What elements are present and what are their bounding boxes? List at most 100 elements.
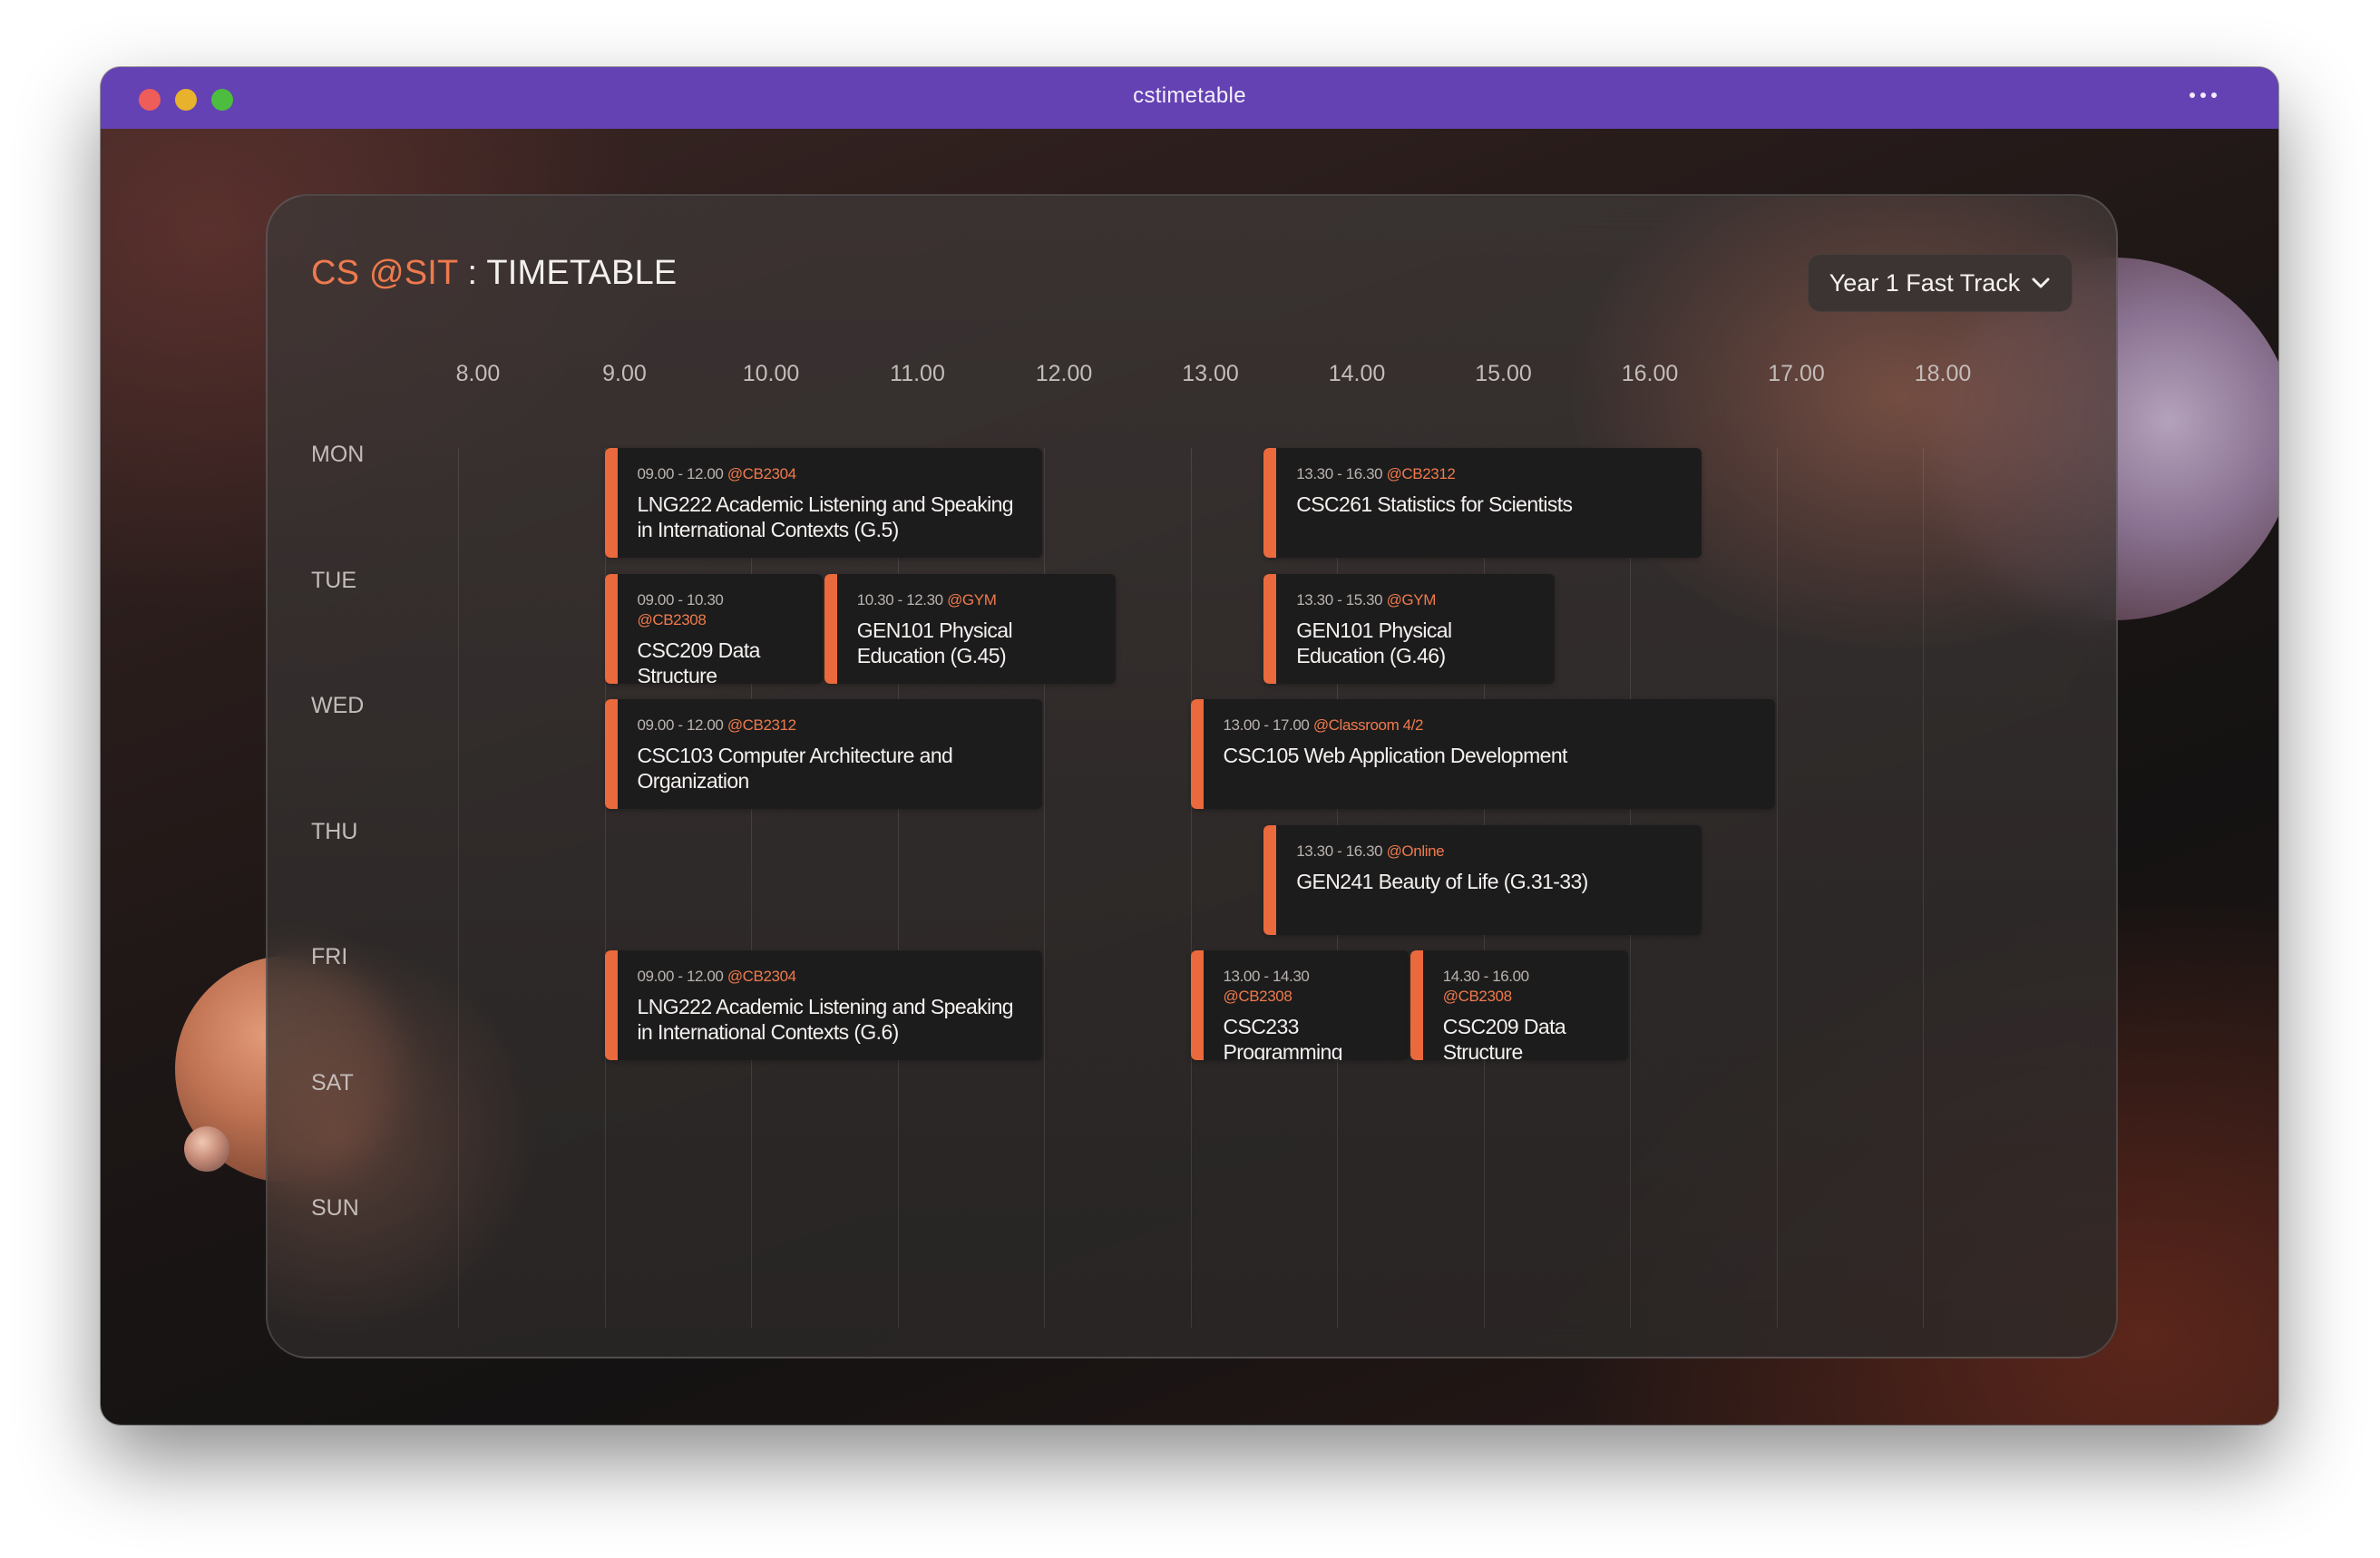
class-event[interactable]: 09.00 - 12.00 @CB2304 LNG222 Academic Lis… [604,448,1042,558]
event-time-room: 13.30 - 16.30 @Online [1296,842,1692,862]
hour-label: 17.00 [1768,361,1825,386]
hour-label: 18.00 [1914,361,1972,386]
hour-label: 13.00 [1182,361,1239,386]
event-accent-bar [1409,950,1423,1060]
class-event[interactable]: 13.00 - 14.30 @CB2308 CSC233 Programming [1190,950,1409,1060]
app-window: cstimetable CS @SIT : TIMETABLE Year 1 F… [101,67,2278,1425]
event-time: 13.30 - 16.30 [1296,465,1383,482]
hour-label: 16.00 [1621,361,1679,386]
event-time: 09.00 - 12.00 [637,465,724,482]
day-label-thu: THU [311,818,358,844]
window-title: cstimetable [1133,83,1246,108]
grid-line [1190,448,1192,1328]
event-room: @CB2308 [1442,988,1512,1005]
event-time: 13.00 - 14.30 [1223,968,1310,985]
title-bar: cstimetable [101,67,2278,129]
event-room: @GYM [1386,590,1437,609]
event-time-room: 14.30 - 16.00 @CB2308 [1443,967,1619,1007]
hour-label: 9.00 [602,361,647,386]
event-time: 09.00 - 12.00 [637,716,724,734]
class-event[interactable]: 13.30 - 16.30 @Online GEN241 Beauty of Li… [1263,824,1702,935]
event-room: @CB2308 [637,610,707,628]
event-name: GEN101 Physical Education (G.45) [856,618,1013,667]
event-accent-bar [1263,448,1277,558]
event-name: CSC105 Web Application Development [1223,744,1568,767]
event-accent-bar [824,573,837,684]
grid-line [458,448,459,1328]
event-time-room: 09.00 - 12.00 @CB2304 [638,967,1034,987]
event-time-room: 09.00 - 12.00 @CB2304 [638,464,1034,484]
event-name: CSC209 Data Structure [637,638,761,684]
event-room: @Classroom 4/2 [1312,716,1424,734]
class-event[interactable]: 09.00 - 10.30 @CB2308 CSC209 Data Structur… [604,573,823,684]
event-room: @CB2312 [727,716,796,734]
event-name: CSC261 Statistics for Scientists [1296,492,1573,516]
class-event[interactable]: 13.00 - 17.00 @Classroom 4/2 CSC105 Web A… [1190,699,1775,809]
event-accent-bar [1263,573,1277,684]
event-time-room: 10.30 - 12.30 @GYM [857,590,1107,610]
event-room: @CB2304 [727,968,796,985]
track-select[interactable]: Year 1 Fast Track [1808,254,2073,312]
event-time-room: 13.00 - 17.00 @Classroom 4/2 [1224,716,1766,735]
hour-label: 8.00 [455,361,501,386]
event-accent-bar [604,448,618,558]
event-time: 09.00 - 12.00 [637,968,724,985]
page-title: CS @SIT : TIMETABLE [311,254,677,293]
timetable-panel: CS @SIT : TIMETABLE Year 1 Fast Track 8.… [266,194,2118,1358]
day-label-fri: FRI [311,944,348,969]
decorative-orb-small [184,1126,229,1172]
title-separator: : [457,254,487,292]
day-label-tue: TUE [311,567,356,593]
more-horizontal-icon[interactable] [2190,93,2217,100]
day-label-wed: WED [311,693,365,718]
grid-line [1923,448,1924,1328]
grid-line [1776,448,1778,1328]
class-event[interactable]: 09.00 - 12.00 @CB2312 CSC103 Computer Arc… [604,699,1042,809]
hour-label: 11.00 [890,361,945,386]
class-event[interactable]: 13.30 - 16.30 @CB2312 CSC261 Statistics f… [1263,448,1702,558]
event-time: 13.30 - 16.30 [1296,842,1383,860]
hour-label: 12.00 [1035,361,1093,386]
class-event[interactable]: 14.30 - 16.00 @CB2308 CSC209 Data Structur… [1409,950,1628,1060]
panel-glow [268,940,540,1339]
event-time-room: 09.00 - 10.30 @CB2308 [638,590,814,630]
event-time-room: 13.30 - 16.30 @CB2312 [1296,464,1692,484]
class-event[interactable]: 10.30 - 12.30 @GYM GEN101 Physical Educat… [824,573,1116,684]
event-room: @CB2308 [1223,988,1292,1005]
brand-label: CS @SIT [311,254,458,292]
event-name: GEN101 Physical Education (G.46) [1296,618,1452,667]
event-name: CSC209 Data Structure [1442,1015,1566,1060]
event-time-room: 09.00 - 12.00 @CB2312 [638,716,1034,735]
event-accent-bar [1263,824,1277,935]
event-time: 10.30 - 12.30 [856,590,943,609]
event-room: @Online [1386,842,1445,860]
event-name: CSC233 Programming [1223,1015,1343,1060]
event-name: CSC103 Computer Architecture and Organiz… [637,744,953,793]
event-room: @CB2304 [727,465,796,482]
event-room: @GYM [947,590,997,609]
event-time-room: 13.30 - 15.30 @GYM [1296,590,1546,610]
event-room: @CB2312 [1386,465,1456,482]
track-select-value: Year 1 Fast Track [1829,268,2021,297]
event-accent-bar [604,950,618,1060]
event-name: GEN241 Beauty of Life (G.31-33) [1296,869,1588,893]
event-time: 13.30 - 15.30 [1296,590,1383,609]
event-name: LNG222 Academic Listening and Speaking i… [637,492,1014,541]
day-label-mon: MON [311,442,365,467]
chevron-down-icon [2032,278,2050,288]
event-time: 09.00 - 10.30 [637,590,724,609]
hour-label: 10.00 [742,361,800,386]
event-accent-bar [1190,699,1204,809]
class-event[interactable]: 09.00 - 12.00 @CB2304 LNG222 Academic Lis… [604,950,1042,1060]
title-label: TIMETABLE [486,254,678,292]
event-time: 13.00 - 17.00 [1223,716,1310,734]
event-accent-bar [604,699,618,809]
class-event[interactable]: 13.30 - 15.30 @GYM GEN101 Physical Educat… [1263,573,1556,684]
hour-label: 14.00 [1328,361,1386,386]
hour-label: 15.00 [1475,361,1532,386]
day-label-sun: SUN [311,1195,359,1221]
event-accent-bar [1190,950,1204,1060]
day-label-sat: SAT [311,1069,354,1095]
event-time-room: 13.00 - 14.30 @CB2308 [1224,967,1400,1007]
event-time: 14.30 - 16.00 [1442,968,1529,985]
